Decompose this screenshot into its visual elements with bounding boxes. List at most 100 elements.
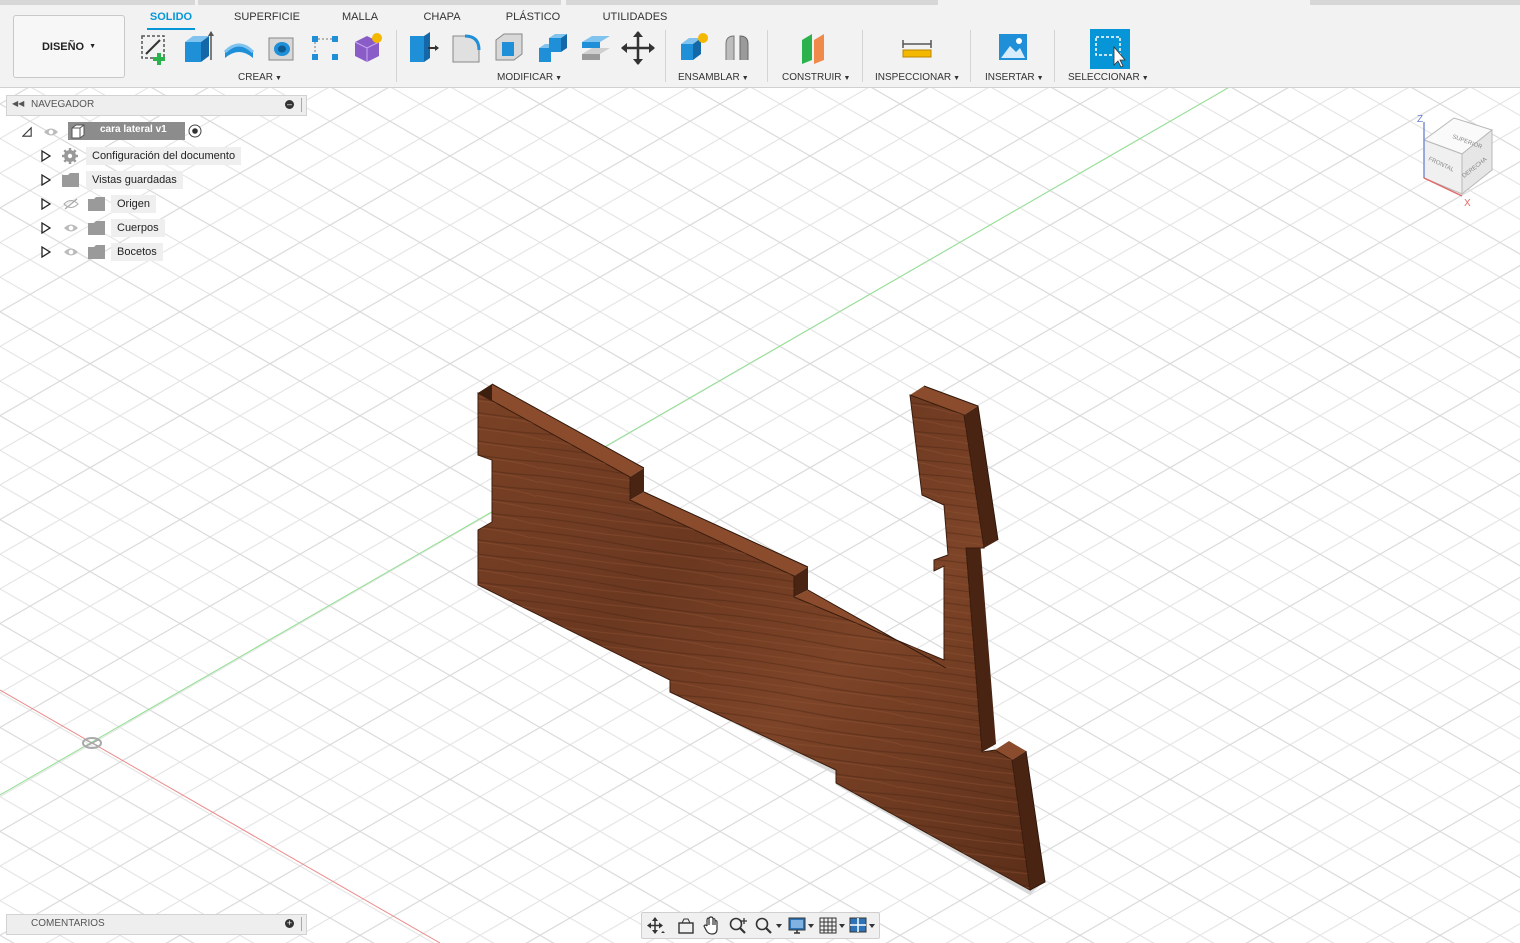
group-insertar[interactable]: INSERTAR ▼ — [985, 72, 1044, 83]
comments-title: COMENTARIOS — [31, 918, 105, 929]
window-tab-strip — [0, 0, 1520, 5]
new-component-icon[interactable] — [677, 30, 711, 66]
collapsed-triangle-icon[interactable] — [41, 246, 51, 258]
tree-item-saved-views[interactable]: Vistas guardadas — [40, 170, 250, 190]
group-inspeccionar[interactable]: INSPECCIONAR ▼ — [875, 72, 960, 83]
group-construir-label: CONSTRUIR — [782, 72, 842, 83]
workspace-label: DISEÑO — [41, 40, 85, 53]
hole-icon[interactable] — [265, 30, 299, 66]
fillet-icon[interactable] — [449, 30, 483, 66]
grid-settings-icon[interactable] — [819, 916, 847, 935]
tree-item-origin[interactable]: Origen — [40, 194, 250, 214]
group-construir[interactable]: CONSTRUIR ▼ — [782, 72, 850, 83]
folder-icon — [88, 245, 105, 259]
viewcube[interactable]: SUPERIOR FRONTAL DERECHA Z X — [1410, 108, 1510, 208]
tree-item-document-settings[interactable]: Configuración del documento — [40, 146, 250, 166]
extrude-icon[interactable] — [181, 30, 215, 66]
folder-icon — [88, 197, 105, 211]
folder-icon — [62, 173, 79, 187]
eye-icon[interactable] — [63, 222, 79, 234]
separator — [665, 30, 666, 82]
zoom-icon[interactable] — [728, 916, 748, 935]
collapsed-triangle-icon[interactable] — [41, 222, 51, 234]
tree-item-label: Cuerpos — [111, 219, 165, 237]
window-select-icon[interactable] — [1090, 29, 1130, 69]
collapse-double-left-icon[interactable]: ◀◀ — [12, 99, 24, 108]
offset-plane-icon[interactable] — [798, 30, 832, 66]
look-at-icon[interactable] — [677, 917, 695, 934]
3d-canvas[interactable] — [0, 88, 1520, 943]
separator — [1054, 30, 1055, 82]
separator — [970, 30, 971, 82]
fit-zoom-dropdown-icon[interactable] — [754, 916, 784, 935]
move-copy-icon[interactable] — [621, 30, 655, 66]
tree-item-label: Bocetos — [111, 243, 163, 261]
axis-x-label: X — [1464, 198, 1471, 208]
tree-root-component[interactable]: cara lateral v1 — [20, 122, 220, 142]
create-sketch-icon[interactable] — [138, 30, 172, 66]
collapsed-triangle-icon[interactable] — [41, 150, 51, 162]
eye-icon[interactable] — [43, 126, 59, 138]
display-settings-icon[interactable] — [788, 916, 816, 935]
axis-z-label: Z — [1417, 114, 1423, 125]
tab-malla[interactable]: MALLA — [338, 10, 382, 28]
tab-plastico[interactable]: PLÁSTICO — [503, 10, 563, 28]
navigator-title: NAVEGADOR — [31, 99, 95, 110]
group-ensamblar[interactable]: ENSAMBLAR ▼ — [678, 72, 749, 83]
pan-hand-icon[interactable] — [703, 916, 721, 935]
tree-item-label: Configuración del documento — [86, 147, 242, 165]
group-insertar-label: INSERTAR — [985, 72, 1035, 83]
separator — [396, 30, 397, 82]
group-crear[interactable]: CREAR ▼ — [238, 72, 282, 83]
orbit-icon[interactable] — [646, 917, 666, 934]
group-inspeccionar-label: INSPECCIONAR — [875, 72, 952, 83]
navigator-panel-header[interactable]: ◀◀ NAVEGADOR – — [6, 95, 307, 116]
tree-item-bodies[interactable]: Cuerpos — [40, 218, 250, 238]
navigation-bar — [641, 912, 880, 939]
group-seleccionar[interactable]: SELECCIONAR ▼ — [1068, 72, 1149, 83]
tab-chapa[interactable]: CHAPA — [420, 10, 464, 28]
separator — [767, 30, 768, 82]
tree-item-label: Origen — [111, 195, 157, 213]
revolve-icon[interactable] — [222, 30, 256, 66]
panel-grip-icon[interactable] — [301, 98, 302, 112]
shell-icon[interactable] — [492, 30, 526, 66]
joint-icon[interactable] — [720, 30, 754, 66]
group-seleccionar-label: SELECCIONAR — [1068, 72, 1140, 83]
expanded-triangle-icon[interactable] — [22, 126, 32, 138]
gear-icon — [62, 148, 78, 164]
group-modificar-label: MODIFICAR — [497, 72, 554, 83]
eye-hidden-icon[interactable] — [63, 198, 79, 210]
panel-grip-icon[interactable] — [301, 917, 302, 931]
folder-icon — [88, 221, 105, 235]
offset-face-icon[interactable] — [578, 30, 612, 66]
workspace-dropdown[interactable]: DISEÑO ▼ — [13, 15, 125, 78]
pattern-icon[interactable] — [308, 30, 342, 66]
combine-icon[interactable] — [535, 30, 569, 66]
measure-icon[interactable] — [900, 30, 934, 66]
tree-item-label: Vistas guardadas — [86, 171, 183, 189]
eye-icon[interactable] — [63, 246, 79, 258]
create-form-icon[interactable] — [350, 30, 384, 66]
group-modificar[interactable]: MODIFICAR ▼ — [497, 72, 562, 83]
collapsed-triangle-icon[interactable] — [41, 198, 51, 210]
separator — [862, 30, 863, 82]
comments-panel-header[interactable]: COMENTARIOS + — [6, 914, 307, 935]
viewports-icon[interactable] — [849, 916, 877, 935]
root-component-label: cara lateral v1 — [100, 124, 167, 135]
tab-solido[interactable]: SOLIDO — [147, 10, 195, 30]
tab-superficie[interactable]: SUPERFICIE — [234, 10, 300, 28]
press-pull-icon[interactable] — [406, 30, 440, 66]
tab-utilidades[interactable]: UTILIDADES — [600, 10, 670, 28]
plus-circle-icon[interactable]: + — [285, 919, 294, 928]
activate-radio-icon[interactable] — [188, 124, 202, 138]
minus-circle-icon[interactable]: – — [285, 100, 294, 109]
ribbon-toolbar: DISEÑO ▼ SOLIDO SUPERFICIE MALLA CHAPA P… — [0, 0, 1520, 88]
chevron-down-icon: ▼ — [89, 43, 97, 50]
group-crear-label: CREAR — [238, 72, 274, 83]
tree-item-sketches[interactable]: Bocetos — [40, 242, 250, 262]
component-icon — [71, 124, 85, 139]
insert-image-icon[interactable] — [996, 30, 1030, 66]
collapsed-triangle-icon[interactable] — [41, 174, 51, 186]
group-ensamblar-label: ENSAMBLAR — [678, 72, 740, 83]
